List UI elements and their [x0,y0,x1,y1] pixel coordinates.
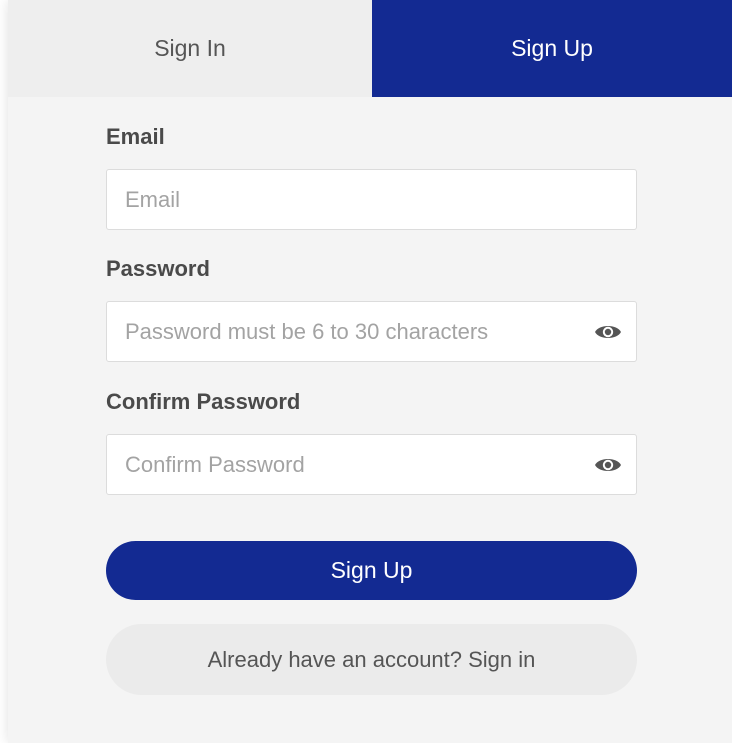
auth-tabs: Sign In Sign Up [8,0,732,97]
email-field[interactable] [125,170,585,229]
tab-sign-in[interactable]: Sign In [8,0,372,97]
tab-sign-in-label: Sign In [154,35,226,61]
sign-up-button[interactable]: Sign Up [106,541,637,600]
eye-icon[interactable] [594,320,622,344]
switch-to-sign-in-label: Already have an account? Sign in [207,646,536,672]
tab-sign-up[interactable]: Sign Up [372,0,732,97]
eye-icon[interactable] [594,453,622,477]
tab-sign-up-label: Sign Up [511,35,593,61]
confirm-password-label: Confirm Password [106,389,301,414]
sign-up-button-label: Sign Up [330,557,413,583]
confirm-password-field[interactable] [125,435,585,494]
password-field[interactable] [125,302,585,361]
switch-to-sign-in-button[interactable]: Already have an account? Sign in [106,624,637,695]
auth-panel: Sign In Sign Up Email Password Confirm P… [8,0,732,743]
email-label: Email [106,124,165,149]
email-field-box [106,169,637,230]
confirm-password-field-box [106,434,637,495]
password-label: Password [106,256,210,281]
password-field-box [106,301,637,362]
